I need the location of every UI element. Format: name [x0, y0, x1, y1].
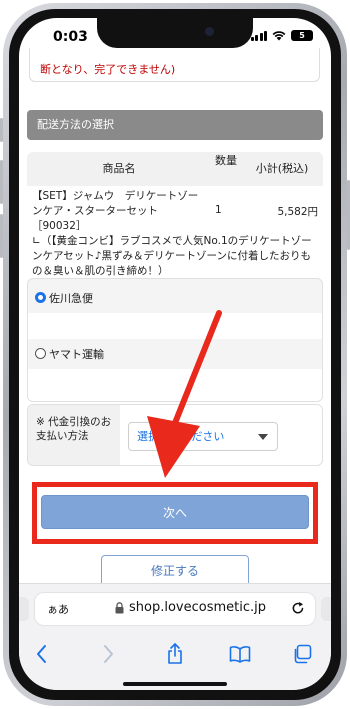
- volume-up-button: [0, 160, 3, 204]
- previous-tab-peek[interactable]: [19, 597, 29, 621]
- notice-text: 断となり、完了できません): [40, 63, 176, 76]
- browser-toolbar: [19, 642, 331, 672]
- chevron-left-icon: [37, 645, 46, 663]
- chevron-down-icon: [258, 434, 268, 440]
- screen: 0:03 5 断となり、完了できません) 配送方法の選択 商品名 数量 小計(税…: [19, 18, 331, 690]
- mute-switch: [0, 118, 3, 142]
- status-icons: 5: [250, 30, 313, 41]
- shipping-section-header: 配送方法の選択: [27, 110, 323, 140]
- product-quantity: 1: [215, 204, 222, 216]
- shipping-option-label: 佐川急便: [49, 292, 93, 305]
- column-header-quantity: 数量: [211, 152, 241, 186]
- payment-method-label: ※ 代金引換のお支払い方法: [28, 405, 120, 465]
- back-button[interactable]: [27, 642, 57, 666]
- url-text: shop.lovecosmetic.jp: [129, 600, 266, 615]
- status-time: 0:03: [53, 29, 88, 45]
- signal-icon: [250, 30, 267, 41]
- notch: [97, 18, 253, 48]
- next-tab-peek[interactable]: [321, 597, 331, 621]
- payment-method-row: ※ 代金引換のお支払い方法 選択してください: [27, 404, 323, 466]
- payment-select-value: 選択してください: [137, 430, 225, 443]
- home-indicator: [123, 682, 227, 686]
- shipping-options: 佐川急便 ヤマト運輸: [27, 278, 323, 402]
- bookmarks-button[interactable]: [225, 642, 255, 666]
- product-price: 5,582円: [277, 206, 318, 218]
- column-header-subtotal: 小計(税込): [241, 152, 323, 186]
- page-content: 断となり、完了できません) 配送方法の選択 商品名 数量 小計(税込) 【SET…: [19, 48, 331, 608]
- product-note: ∟（【黄金コンビ】ラブコスメで人気No.1のデリケートゾーンケアセット♪黒ずみ＆…: [32, 235, 312, 276]
- reader-options-button[interactable]: ぁあ: [47, 601, 69, 617]
- chevron-right-icon: [104, 645, 113, 663]
- forward-button[interactable]: [93, 642, 123, 666]
- lock-icon: [115, 602, 124, 614]
- product-table: 商品名 数量 小計(税込) 【SET】ジャムウ デリケートゾーンケア・スターター…: [27, 152, 323, 276]
- share-icon: [168, 643, 182, 664]
- wifi-icon: [272, 31, 286, 41]
- radio-selected-icon[interactable]: [35, 292, 46, 303]
- tabs-icon: [294, 644, 312, 664]
- payment-method-select[interactable]: 選択してください: [128, 422, 278, 451]
- book-icon: [229, 646, 251, 663]
- address-bar[interactable]: ぁあ shop.lovecosmetic.jp: [35, 593, 315, 625]
- reload-icon[interactable]: [291, 600, 305, 616]
- shipping-option-label: ヤマト運輸: [49, 348, 104, 361]
- divider: [28, 313, 322, 339]
- share-button[interactable]: [160, 642, 190, 666]
- shipping-option-sagawa[interactable]: 佐川急便: [28, 283, 322, 313]
- product-name: 【SET】ジャムウ デリケートゾーンケア・スターターセット［90032］: [32, 190, 199, 232]
- radio-unselected-icon[interactable]: [35, 348, 46, 359]
- divider: [28, 369, 322, 401]
- volume-down-button: [0, 214, 3, 258]
- next-button[interactable]: 次へ: [41, 495, 309, 529]
- column-header-name: 商品名: [27, 152, 211, 186]
- tabs-button[interactable]: [287, 642, 317, 666]
- camera-icon: [205, 27, 214, 36]
- shipping-option-yamato[interactable]: ヤマト運輸: [28, 339, 322, 369]
- table-row: 【SET】ジャムウ デリケートゾーンケア・スターターセット［90032］ 1 5…: [27, 186, 323, 276]
- browser-bar: ぁあ shop.lovecosmetic.jp: [19, 583, 331, 690]
- battery-icon: 5: [291, 30, 313, 41]
